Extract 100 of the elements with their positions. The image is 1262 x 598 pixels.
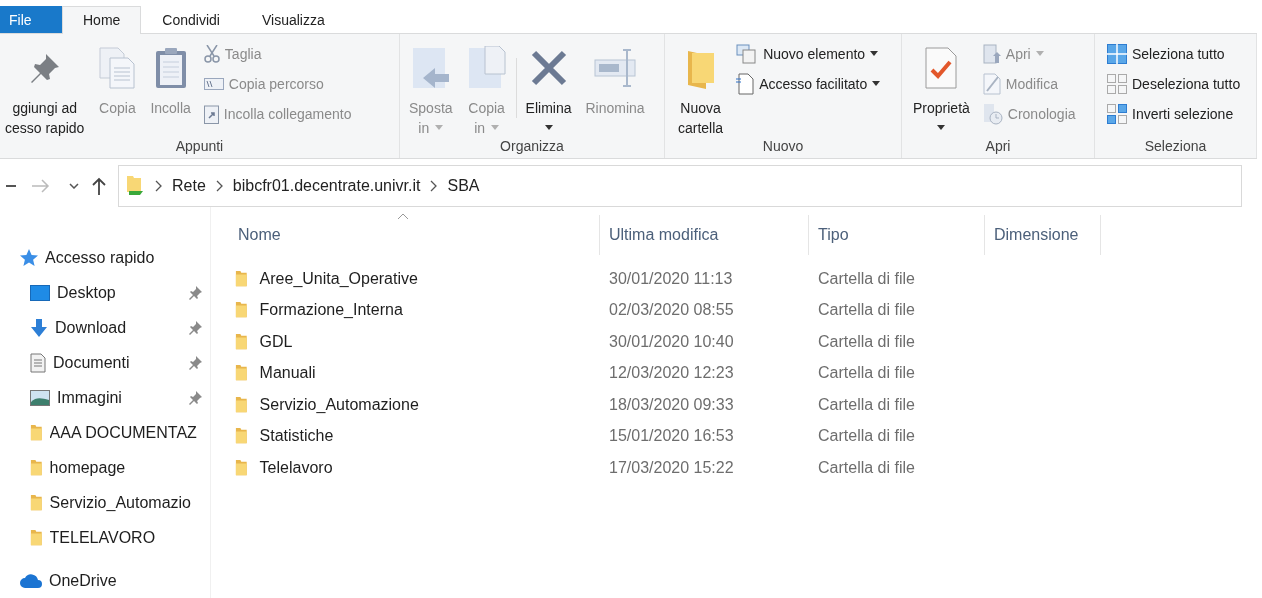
forward-arrow-icon — [32, 178, 50, 193]
caret-icon — [937, 125, 946, 131]
file-name[interactable]: Statistiche — [259, 427, 334, 446]
ribbon-button[interactable]: Inverti selezione — [1107, 101, 1241, 126]
table-cell-text: 30/01/2020 10:40 — [608, 332, 735, 351]
select-all-icon — [1107, 43, 1127, 64]
download-icon — [30, 318, 48, 337]
nav-item[interactable]: OneDrive — [0, 563, 210, 598]
ribbon-button[interactable]: Deseleziona tutto — [1107, 71, 1241, 96]
edit-icon — [982, 72, 1001, 95]
table-cell-text: 18/03/2020 09:33 — [608, 395, 735, 414]
caret-icon — [1035, 51, 1044, 57]
table-cell-text: Cartella di file — [817, 301, 916, 320]
pin-icon — [188, 320, 202, 335]
ribbon-tab[interactable]: File — [0, 6, 62, 33]
address-bar[interactable]: Rete bibcfr01.decentrate.univr.it SBA — [118, 164, 1242, 207]
move-icon — [410, 45, 451, 90]
table-cell-text: Cartella di file — [817, 427, 916, 446]
table-cell-text: Cartella di file — [817, 395, 916, 414]
ribbon-button[interactable]: Accesso facilitato — [736, 71, 881, 96]
nav-item[interactable]: Documenti — [0, 345, 210, 380]
rename-icon — [593, 47, 638, 88]
folder-icon — [30, 493, 43, 512]
caret-icon — [872, 81, 881, 87]
caret-icon — [544, 125, 553, 131]
table-cell-text: 15/01/2020 16:53 — [608, 427, 735, 446]
pin-icon — [188, 285, 202, 300]
table-cell-text: Cartella di file — [817, 458, 916, 477]
clipboard-icon — [153, 45, 188, 90]
invert-selection-icon — [1107, 103, 1127, 124]
column-header[interactable]: Nome — [229, 215, 600, 255]
file-name[interactable]: Servizio_Automazione — [259, 395, 419, 414]
folder-icon — [235, 364, 248, 383]
ribbon-button[interactable]: Elimina — [520, 41, 577, 138]
star-icon — [20, 248, 38, 267]
column-header[interactable]: Ultima modifica — [600, 215, 809, 255]
copy-icon — [466, 45, 507, 90]
folder-icon — [235, 395, 248, 414]
picture-icon — [30, 389, 50, 406]
clipboard-icon — [203, 103, 219, 124]
new-item-icon — [736, 43, 759, 64]
pin-icon — [188, 390, 202, 405]
table-cell-text: 17/03/2020 15:22 — [608, 458, 735, 477]
folder-icon — [30, 423, 43, 442]
table-cell-text: 30/01/2020 11:13 — [608, 269, 734, 288]
desktop-icon — [30, 284, 50, 301]
nav-item[interactable]: Accesso rapido — [0, 240, 210, 275]
properties-icon — [924, 45, 959, 90]
file-name[interactable]: Aree_Unita_Operative — [259, 269, 418, 288]
file-name[interactable]: GDL — [259, 332, 293, 351]
file-name[interactable]: Formazione_Interna — [259, 301, 403, 320]
ribbon-button[interactable]: Seleziona tutto — [1107, 41, 1241, 66]
select-none-icon — [1107, 73, 1127, 94]
chevron-icon — [215, 179, 223, 192]
column-header[interactable]: Tipo — [809, 215, 985, 255]
ribbon-button[interactable]: Proprietà — [908, 41, 975, 138]
caret-icon — [435, 125, 444, 131]
folder-icon — [30, 528, 43, 547]
chevron-icon — [155, 179, 162, 192]
back-arrow-icon — [6, 184, 16, 187]
folder-icon — [235, 332, 248, 351]
document-icon — [30, 352, 46, 373]
group-label: Appunti — [175, 137, 224, 156]
copy-icon — [98, 45, 137, 90]
document-icon — [736, 72, 755, 95]
ribbon-button[interactable]: Nuova cartella — [673, 41, 729, 138]
breadcrumb[interactable]: bibcfr01.decentrate.univr.it — [232, 176, 421, 195]
chevron-icon — [430, 179, 438, 192]
ribbon-tab[interactable]: Home — [62, 6, 142, 34]
folder-icon — [235, 301, 248, 320]
nav-item[interactable]: Download — [0, 310, 210, 345]
open-icon — [982, 43, 1001, 64]
caret-icon — [870, 51, 879, 57]
folder-icon — [235, 458, 248, 477]
ribbon-button[interactable]: ggiungi ad cesso rapido — [0, 41, 90, 138]
group-label: Organizza — [500, 137, 564, 156]
column-header[interactable]: Dimensione — [985, 215, 1101, 255]
pin-icon — [188, 355, 202, 370]
up-arrow-icon — [92, 176, 106, 195]
nav-item[interactable]: Desktop — [0, 275, 210, 310]
nav-item[interactable]: AAA DOCUMENTAZ — [0, 415, 210, 450]
file-name[interactable]: Manuali — [259, 364, 316, 383]
folder-icon — [30, 458, 43, 477]
table-cell-text: 12/03/2020 12:23 — [608, 364, 735, 383]
ribbon-button[interactable]: Nuovo elemento — [736, 41, 881, 66]
caret-icon — [491, 125, 500, 131]
scissors-icon — [203, 44, 220, 63]
path-icon — [203, 77, 224, 90]
close-icon — [529, 48, 568, 87]
file-name[interactable]: Telelavoro — [259, 458, 333, 477]
breadcrumb[interactable]: SBA — [447, 176, 480, 195]
chevron-down-icon — [69, 182, 79, 189]
breadcrumb[interactable]: Rete — [172, 176, 206, 195]
nav-item[interactable]: homepage — [0, 450, 210, 485]
group-label: Seleziona — [1144, 137, 1207, 156]
nav-item[interactable]: Immagini — [0, 380, 210, 415]
nav-item[interactable]: TELELAVORO — [0, 520, 210, 555]
table-cell-text: Cartella di file — [817, 364, 916, 383]
group-label: Nuovo — [762, 137, 804, 156]
nav-item[interactable]: Servizio_Automazio — [0, 485, 210, 520]
